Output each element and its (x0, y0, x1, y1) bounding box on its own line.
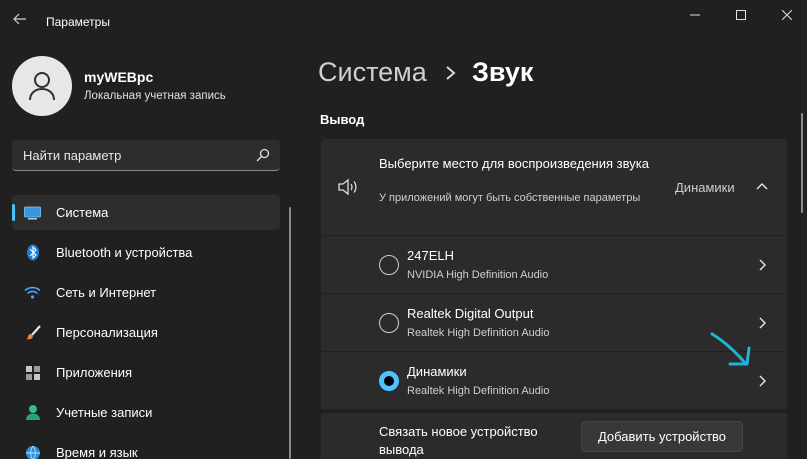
wifi-icon (24, 284, 41, 301)
breadcrumb-parent[interactable]: Система (318, 57, 427, 88)
output-selector-subtitle: У приложений могут быть собственные пара… (379, 192, 641, 204)
device-radio-selected[interactable] (379, 371, 399, 391)
chevron-up-icon[interactable] (755, 180, 769, 192)
search-input[interactable]: Найти параметр (12, 140, 280, 171)
close-icon (782, 10, 792, 20)
display-icon (24, 204, 41, 221)
device-driver: Realtek High Definition Audio (407, 385, 550, 397)
sidebar-item-personalization[interactable]: Персонализация (12, 315, 280, 350)
output-device-selector[interactable]: Выберите место для воспроизведения звука… (321, 139, 787, 235)
brush-icon (24, 324, 41, 341)
sidebar-item-label: Учетные записи (56, 405, 153, 420)
minimize-icon (690, 14, 700, 16)
device-radio[interactable] (379, 313, 399, 333)
pair-device-text: Связать новое устройство вывода (379, 424, 538, 457)
person-icon (24, 404, 41, 421)
apps-icon (24, 364, 41, 381)
current-output-value: Динамики (675, 180, 735, 195)
device-driver: NVIDIA High Definition Audio (407, 269, 549, 281)
avatar[interactable] (12, 56, 72, 116)
close-button[interactable] (764, 0, 807, 30)
annotation-arrow-icon (710, 332, 751, 366)
page-title: Звук (472, 57, 534, 87)
chevron-right-icon[interactable] (757, 258, 767, 272)
user-icon (29, 72, 55, 101)
sidebar-item-label: Сеть и Интернет (56, 285, 157, 300)
search-placeholder: Найти параметр (23, 148, 122, 163)
maximize-icon (736, 10, 746, 20)
sidebar-item-system[interactable]: Система (12, 195, 280, 230)
output-selector-title: Выберите место для воспроизведения звука (379, 156, 649, 171)
sidebar-item-time-language[interactable]: Время и язык (12, 435, 280, 459)
add-device-button[interactable]: Добавить устройство (581, 421, 743, 452)
sidebar-item-label: Время и язык (56, 445, 138, 459)
sidebar-item-label: Система (56, 205, 109, 220)
sidebar-item-label: Персонализация (56, 325, 158, 340)
device-row[interactable]: 247ELH NVIDIA High Definition Audio (321, 236, 787, 293)
window-title: Параметры (46, 15, 110, 29)
back-button[interactable] (10, 10, 30, 32)
sidebar-item-label: Bluetooth и устройства (56, 245, 193, 260)
arrow-left-icon (13, 13, 26, 25)
device-driver: Realtek High Definition Audio (407, 327, 550, 339)
chevron-right-icon (446, 66, 456, 80)
sidebar-item-network[interactable]: Сеть и Интернет (12, 275, 280, 310)
device-name: Динамики (407, 364, 467, 379)
user-name: myWEBpc (84, 69, 154, 85)
account-type: Локальная учетная запись (84, 90, 226, 102)
sidebar-item-accounts[interactable]: Учетные записи (12, 395, 280, 430)
active-indicator (12, 204, 15, 221)
sidebar-scrollbar[interactable] (289, 207, 291, 459)
device-name: Realtek Digital Output (407, 306, 534, 321)
chevron-right-icon[interactable] (757, 316, 767, 330)
speaker-icon (338, 178, 357, 196)
device-radio[interactable] (379, 255, 399, 275)
device-name: 247ELH (407, 248, 454, 263)
sidebar-item-label: Приложения (56, 365, 133, 380)
pair-new-device-row: Связать новое устройство вывода Добавить… (321, 413, 787, 459)
content-scrollbar[interactable] (801, 113, 803, 213)
search-icon[interactable] (256, 148, 270, 162)
title-bar: Параметры (0, 0, 807, 44)
minimize-button[interactable] (672, 0, 718, 30)
chevron-right-icon[interactable] (757, 374, 767, 388)
globe-icon (24, 444, 41, 459)
sidebar-item-bluetooth[interactable]: Bluetooth и устройства (12, 235, 280, 270)
sidebar-item-apps[interactable]: Приложения (12, 355, 280, 390)
section-title: Вывод (320, 112, 365, 127)
maximize-button[interactable] (718, 0, 764, 30)
bluetooth-icon (24, 244, 41, 261)
